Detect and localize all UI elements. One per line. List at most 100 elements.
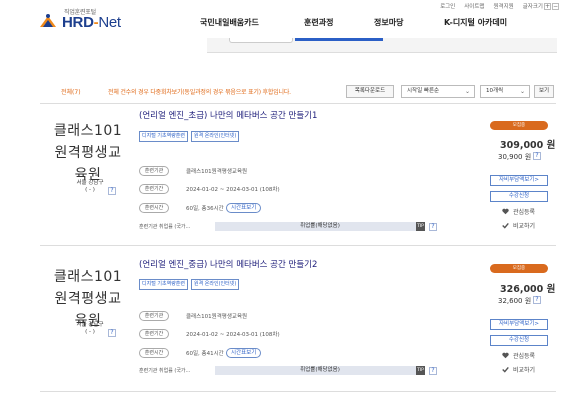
course-tags: 디지털 기초역량훈련 원격 온라인(인터넷)	[139, 131, 240, 142]
self-pay-button[interactable]: 자비부담액보기>	[490, 319, 548, 330]
chevron-down-icon: ⌄	[519, 88, 525, 95]
logo-text-hrd: HRD	[62, 14, 94, 31]
nav-item-k-digital[interactable]: K-디지털 아카데미	[444, 17, 507, 28]
hrd-net-logo[interactable]: 직업훈련포털 HRD-Net	[38, 7, 133, 33]
status-badge: 모집중	[490, 121, 548, 130]
course-title[interactable]: (언리얼 엔진_중급) 나만의 메타버스 공간 만들기2	[139, 258, 317, 270]
label-period: 훈련기간	[139, 184, 169, 194]
course-subprice: 30,900 원	[498, 153, 532, 161]
sub-nav-active-indicator	[295, 38, 383, 41]
institution-name-line: 원격평생교	[54, 291, 122, 307]
course-title[interactable]: (언리얼 엔진_초급) 나만의 메타버스 공간 만들기1	[139, 109, 317, 121]
sub-nav-tab[interactable]	[229, 38, 293, 43]
tip-badge[interactable]: TIP	[416, 222, 425, 231]
font-up-button[interactable]: +	[544, 2, 551, 10]
institution-name-line: 원격평생교	[54, 145, 122, 161]
tag-online: 원격 온라인(인터넷)	[191, 279, 240, 290]
logo-text-net: Net	[98, 14, 121, 31]
nav-item-info[interactable]: 정보마당	[374, 17, 403, 28]
interest-label: 관심등록	[513, 353, 536, 360]
results-toolbar: 전체(7) 전체 건수의 경우 다중회차보기(동일과정의 경우 묶음으로 표기)…	[40, 83, 556, 101]
compare-link[interactable]: 비교하기	[502, 365, 535, 374]
font-down-button[interactable]: −	[552, 2, 559, 10]
sort-select[interactable]: 시작일 빠른순 ⌄	[401, 85, 475, 98]
compare-link[interactable]: 비교하기	[502, 221, 535, 230]
location-line: 서울 강남구	[76, 322, 104, 328]
label-hours: 훈련시간	[139, 203, 169, 213]
heart-icon	[502, 208, 509, 215]
employment-bar-text: 취업률(해당없음)	[300, 223, 340, 229]
compare-label: 비교하기	[513, 223, 536, 230]
course-period: 2024-01-02 ~ 2024-03-01 (108차)	[186, 332, 280, 338]
tip-badge[interactable]: TIP	[416, 366, 425, 375]
view-button[interactable]: 보기	[534, 85, 554, 98]
course-tags: 디지털 기초역량훈련 원격 온라인(인터넷)	[139, 279, 240, 290]
nav-item-card[interactable]: 국민내일배움카드	[200, 17, 259, 28]
interest-label: 관심등록	[513, 209, 536, 216]
question-icon[interactable]: ?	[108, 187, 116, 195]
institution-location: 서울 강남구 ( - )	[50, 180, 130, 194]
location-line: ( - )	[85, 329, 95, 335]
location-line: ( - )	[85, 187, 95, 193]
check-icon	[502, 366, 509, 373]
apply-button[interactable]: 수강신청	[490, 191, 548, 202]
result-count: 전체(7)	[61, 89, 81, 96]
course-row: 클래스101 원격평생교 육원 서울 강남구 ( - ) ? (언리얼 엔진_중…	[40, 250, 556, 388]
label-period: 훈련기간	[139, 329, 169, 339]
status-badge: 모집중	[490, 264, 548, 273]
question-icon[interactable]: ?	[108, 329, 116, 337]
label-institution: 훈련기관	[139, 311, 169, 321]
tag-digital: 디지털 기초역량훈련	[139, 131, 188, 142]
divider	[40, 391, 556, 392]
institution-name-line: 클래스101	[53, 123, 123, 139]
employment-bar-text: 취업률(해당없음)	[300, 367, 340, 373]
compare-label: 비교하기	[513, 367, 536, 374]
site-header: 직업훈련포털 HRD-Net 로그인 사이트맵 원격지원 글자크기 + − 국민…	[0, 0, 567, 40]
remote-support-link[interactable]: 원격지원	[494, 2, 514, 10]
timetable-button[interactable]: 시간표보기	[226, 348, 262, 358]
logo-text: HRD-Net	[62, 14, 121, 31]
question-icon[interactable]: ?	[429, 367, 437, 375]
chevron-down-icon: ⌄	[464, 88, 470, 95]
download-list-button[interactable]: 목록다운로드	[346, 85, 394, 98]
check-icon	[502, 222, 509, 229]
font-size-control: 글자크기 + −	[523, 2, 559, 10]
institution-name[interactable]: 클래스101 원격평생교 육원	[48, 120, 128, 186]
course-institution: 클래스101원격평생교육원	[186, 314, 248, 320]
font-size-label: 글자크기	[522, 4, 543, 10]
sub-nav-bar	[207, 38, 557, 53]
employment-bar: 취업률(해당없음)	[215, 366, 425, 375]
question-icon[interactable]: ?	[533, 152, 541, 160]
per-page-select[interactable]: 10개씩 ⌄	[480, 85, 530, 98]
sitemap-link[interactable]: 사이트맵	[464, 2, 484, 10]
course-price: 326,000 원	[500, 284, 556, 295]
course-hours: 60일, 총41시간	[186, 351, 224, 357]
question-icon[interactable]: ?	[533, 296, 541, 304]
course-row: 클래스101 원격평생교 육원 서울 강남구 ( - ) ? (언리얼 엔진_초…	[40, 104, 556, 242]
heart-icon	[502, 352, 509, 359]
interest-link[interactable]: 관심등록	[502, 207, 535, 216]
result-notice: 전체 건수의 경우 다중회차보기(동일과정의 경우 묶음으로 표기) 후합입니다…	[108, 89, 291, 96]
timetable-button[interactable]: 시간표보기	[226, 203, 262, 213]
per-page-select-value: 10개씩	[486, 88, 504, 94]
employment-label: 훈련기관 취업률 (국가...	[139, 368, 191, 374]
employment-label: 훈련기관 취업률 (국가...	[139, 224, 191, 230]
course-period: 2024-01-02 ~ 2024-03-01 (108차)	[186, 187, 280, 193]
course-price: 309,000 원	[500, 140, 556, 151]
apply-button[interactable]: 수강신청	[490, 335, 548, 346]
utility-links: 로그인 사이트맵 원격지원 글자크기 + −	[440, 2, 559, 10]
label-hours: 훈련시간	[139, 348, 169, 358]
course-institution: 클래스101원격평생교육원	[186, 169, 248, 175]
nav-item-courses[interactable]: 훈련과정	[304, 17, 333, 28]
interest-link[interactable]: 관심등록	[502, 351, 535, 360]
logo-mark-icon	[40, 14, 56, 27]
institution-location: 서울 강남구 ( - )	[50, 322, 130, 336]
location-line: 서울 강남구	[76, 180, 104, 186]
course-subprice: 32,600 원	[498, 297, 532, 305]
login-link[interactable]: 로그인	[440, 2, 455, 10]
question-icon[interactable]: ?	[429, 223, 437, 231]
divider	[40, 245, 556, 246]
sort-select-value: 시작일 빠른순	[407, 88, 440, 94]
self-pay-button[interactable]: 자비부담액보기>	[490, 175, 548, 186]
institution-name-line: 클래스101	[53, 269, 123, 285]
